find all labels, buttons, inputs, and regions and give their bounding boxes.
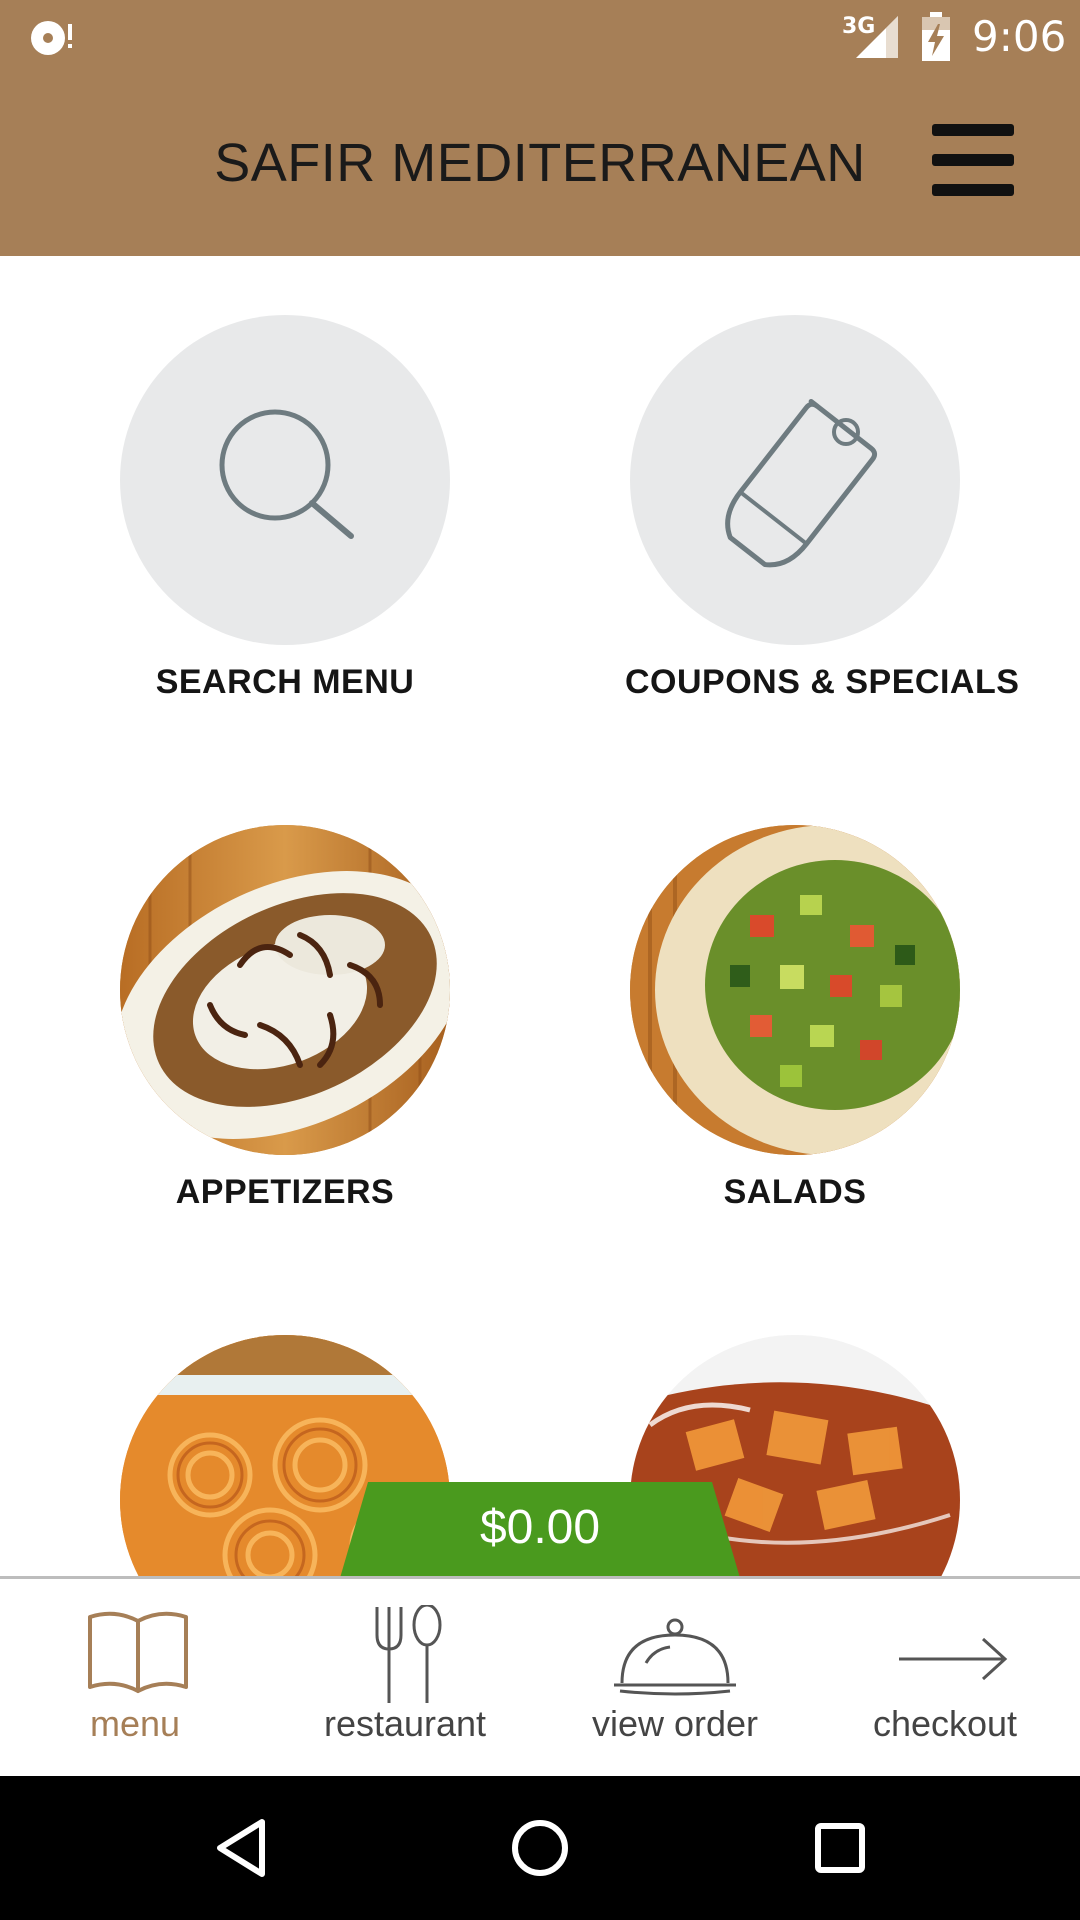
nav-menu-label: menu: [89, 1703, 181, 1744]
battery-icon: [922, 12, 950, 61]
salads-label: SALADS: [723, 1173, 867, 1211]
coupons-circle: [630, 315, 960, 645]
search-menu-label: SEARCH MENU: [155, 663, 415, 701]
notification-icon: [31, 21, 72, 55]
cloche-icon: [614, 1618, 736, 1696]
nav-view-order-label: view order: [591, 1703, 759, 1744]
appetizer-photo: [120, 825, 450, 1155]
nav-checkout-label: checkout: [872, 1703, 1018, 1744]
book-icon: [88, 1611, 188, 1693]
home-icon[interactable]: [508, 1816, 572, 1880]
appetizer-image: [120, 825, 450, 1155]
arrow-right-icon: [899, 1637, 1008, 1681]
signal-icon: [856, 16, 898, 58]
status-bar: 3G 9:06: [0, 0, 1080, 76]
fork-spoon-icon: [375, 1605, 442, 1703]
nav-menu[interactable]: menu: [0, 1579, 270, 1776]
page-title: SAFIR MEDITERRANEAN: [214, 133, 866, 193]
search-icon: [219, 409, 354, 539]
nav-view-order[interactable]: view order: [540, 1579, 810, 1776]
appetizers-tile[interactable]: APPETIZERS: [115, 825, 455, 1212]
coupons-specials-tile[interactable]: COUPONS & SPECIALS: [625, 315, 1020, 702]
nav-restaurant-label: restaurant: [323, 1703, 487, 1744]
app-header: SAFIR MEDITERRANEAN: [0, 76, 1080, 256]
system-nav-bar: [0, 1776, 1080, 1920]
hamburger-menu-icon[interactable]: [930, 124, 1016, 196]
salad-photo: [630, 825, 960, 1155]
salads-tile[interactable]: SALADS: [625, 825, 965, 1212]
nav-restaurant[interactable]: restaurant: [270, 1579, 540, 1776]
nav-checkout[interactable]: checkout: [810, 1579, 1080, 1776]
appetizers-label: APPETIZERS: [175, 1173, 395, 1211]
tag-icon: [725, 398, 878, 568]
search-menu-circle: [120, 315, 450, 645]
search-menu-tile[interactable]: SEARCH MENU: [115, 315, 455, 702]
coupons-specials-label: COUPONS & SPECIALS: [625, 663, 1020, 701]
cart-total-amount: $0.00: [479, 1501, 601, 1554]
bottom-nav: menu restaurant view order checkout: [0, 1576, 1080, 1776]
back-icon[interactable]: [210, 1816, 274, 1880]
recent-apps-icon[interactable]: [808, 1816, 872, 1880]
cart-total-button[interactable]: $0.00: [340, 1482, 740, 1578]
clock: 9:06: [972, 12, 1067, 61]
salad-image: [630, 825, 960, 1155]
